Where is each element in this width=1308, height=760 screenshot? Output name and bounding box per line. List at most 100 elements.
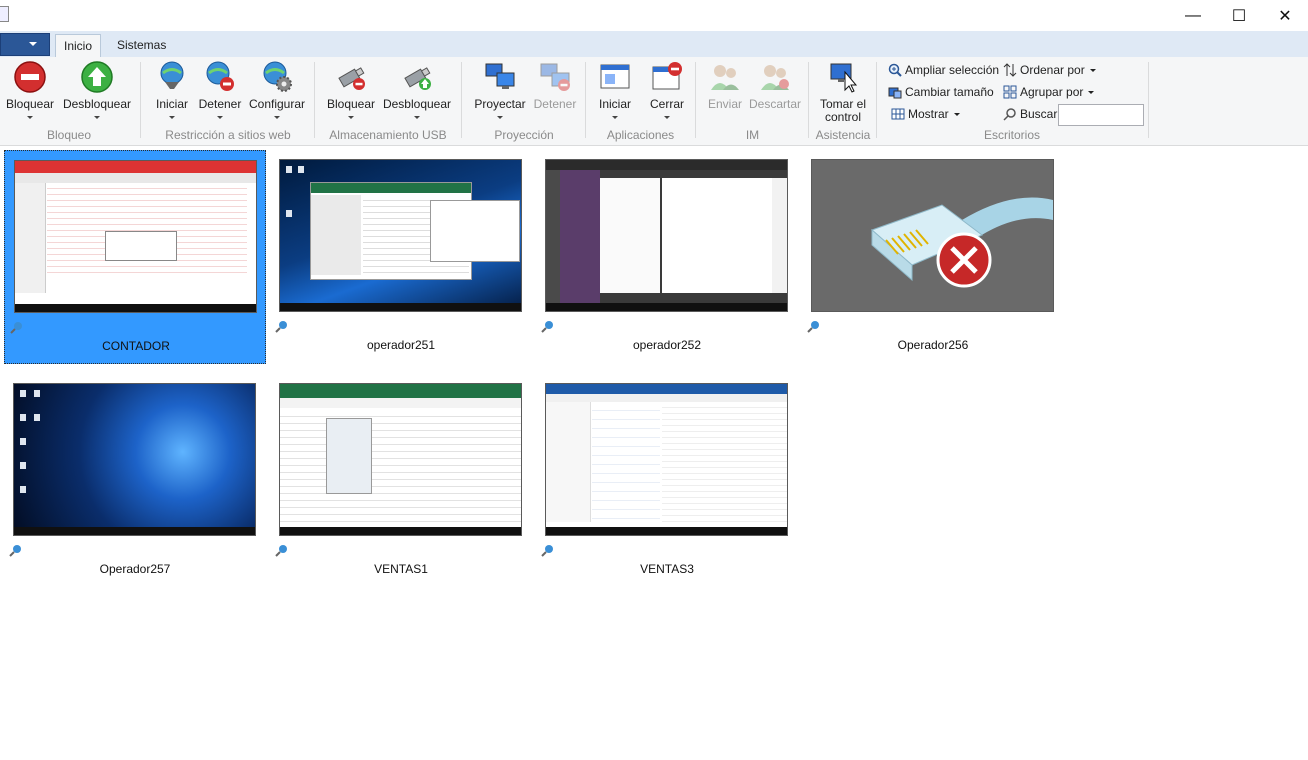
network-connected-icon: [8, 544, 22, 558]
ordenar-por-dropdown[interactable]: Ordenar por: [1003, 60, 1096, 80]
browser-tab-bar: [15, 161, 256, 173]
usb-desbloquear-button[interactable]: Desbloquear: [382, 60, 452, 126]
taskbar: [546, 527, 787, 535]
computer-tile[interactable]: Operador256: [802, 150, 1064, 364]
taskbar: [280, 303, 521, 311]
block-icon: [13, 60, 47, 94]
chevron-down-icon: [1089, 68, 1096, 72]
computer-tile[interactable]: VENTAS3: [536, 374, 798, 588]
taskbar: [14, 527, 255, 535]
ordenar-por-label: Ordenar por: [1020, 63, 1085, 77]
app-window-icon: [598, 60, 632, 94]
group-label-escritorios: Escritorios: [983, 128, 1040, 142]
usb-block-icon: [334, 60, 368, 94]
chevron-down-icon: [497, 116, 503, 119]
minimize-button[interactable]: —: [1170, 0, 1216, 31]
desktop-icon: [34, 414, 40, 421]
sort-icon: [1003, 63, 1017, 77]
mostrar-dropdown[interactable]: Mostrar: [891, 104, 960, 124]
restriccion-configurar-button[interactable]: Configurar: [248, 60, 306, 126]
desbloquear-button[interactable]: Desbloquear: [62, 60, 132, 126]
chevron-down-icon: [217, 116, 223, 119]
aplicaciones-cerrar-button[interactable]: Cerrar: [648, 60, 686, 126]
computer-tile[interactable]: Operador257: [4, 374, 266, 588]
group-divider: [808, 62, 809, 138]
chevron-down-icon: [664, 116, 670, 119]
usb-desbloquear-label: Desbloquear: [382, 97, 452, 111]
network-connected-icon: [274, 320, 288, 334]
agrupar-por-dropdown[interactable]: Agrupar por: [1003, 82, 1095, 102]
users-send-icon: [708, 60, 742, 94]
disconnected-thumbnail: [811, 159, 1054, 312]
desbloquear-label: Desbloquear: [62, 97, 132, 111]
group-label-im: IM: [745, 128, 760, 142]
folder-pane: [546, 402, 591, 522]
taskbar: [15, 304, 256, 312]
right-rail: [772, 178, 787, 293]
tab-inicio[interactable]: Inicio: [55, 34, 102, 58]
computer-name: operador252: [632, 338, 702, 352]
outlook-titlebar: [546, 384, 787, 394]
computer-name: Operador257: [99, 562, 171, 576]
im-descartar-button[interactable]: Descartar: [748, 60, 802, 126]
desktop-thumbnail: [13, 383, 256, 536]
app-icon: [0, 6, 9, 22]
taskbar: [280, 527, 521, 535]
group-divider: [695, 62, 696, 138]
computer-tile[interactable]: VENTAS1: [270, 374, 532, 588]
mostrar-label: Mostrar: [908, 107, 949, 121]
computer-tile[interactable]: operador251: [270, 150, 532, 364]
aplicaciones-iniciar-button[interactable]: Iniciar: [596, 60, 634, 126]
group-icon: [1003, 85, 1017, 99]
excel-grid: [280, 410, 521, 522]
app-rail: [546, 170, 560, 303]
globe-gear-icon: [260, 60, 294, 94]
chevron-down-icon: [348, 116, 354, 119]
cambiar-tamano-button[interactable]: Cambiar tamaño: [888, 82, 994, 102]
group-label-asistencia: Asistencia: [815, 128, 871, 142]
chevron-down-icon: [94, 116, 100, 119]
title-bar: — ☐ ✕: [0, 0, 1308, 31]
computers-projection-icon: [483, 60, 517, 94]
chat-panel: [600, 178, 660, 293]
computer-name: VENTAS1: [374, 562, 428, 576]
desktop-icon: [20, 438, 26, 445]
excel-side: [311, 195, 361, 275]
tomar-control-button[interactable]: Tomar el control: [816, 60, 870, 126]
cambiar-tamano-label: Cambiar tamaño: [905, 85, 994, 99]
group-label-proyeccion: Proyección: [494, 128, 554, 142]
desktop-icon: [20, 414, 26, 421]
computer-tile[interactable]: operador252: [536, 150, 798, 364]
excel-ribbon: [280, 384, 521, 398]
usb-bloquear-button[interactable]: Bloquear: [326, 60, 376, 126]
chevron-down-icon: [1088, 90, 1095, 94]
agrupar-por-label: Agrupar por: [1020, 85, 1084, 99]
bloquear-button[interactable]: Bloquear: [5, 60, 55, 126]
browser-tab-bar: [546, 160, 787, 170]
dialog-box: [105, 231, 177, 261]
search-input[interactable]: [1058, 104, 1144, 126]
file-menu-button[interactable]: [0, 33, 50, 56]
ampliar-seleccion-button[interactable]: Ampliar selección: [888, 60, 999, 80]
unlock-arrow-icon: [80, 60, 114, 94]
restriccion-detener-button[interactable]: Detener: [197, 60, 243, 126]
users-discard-icon: [758, 60, 792, 94]
proyectar-button[interactable]: Proyectar: [473, 60, 527, 126]
chat-sidebar: [560, 170, 600, 303]
tab-sistemas[interactable]: Sistemas: [109, 34, 174, 57]
chevron-down-icon: [169, 116, 175, 119]
chevron-down-icon: [953, 112, 960, 116]
restriccion-iniciar-label: Iniciar: [155, 97, 188, 111]
computer-tile[interactable]: CONTADOR: [4, 150, 266, 364]
aplicaciones-iniciar-label: Iniciar: [598, 97, 631, 111]
im-enviar-button[interactable]: Enviar: [705, 60, 745, 126]
group-divider: [1148, 62, 1149, 138]
restriccion-iniciar-button[interactable]: Iniciar: [152, 60, 192, 126]
maximize-button[interactable]: ☐: [1216, 0, 1262, 31]
proyeccion-detener-button[interactable]: Detener: [532, 60, 578, 126]
usb-bloquear-label: Bloquear: [326, 97, 376, 111]
close-button[interactable]: ✕: [1262, 0, 1308, 31]
search-icon: [1003, 107, 1017, 121]
mail-list: [47, 185, 247, 275]
aplicaciones-cerrar-label: Cerrar: [649, 97, 684, 111]
